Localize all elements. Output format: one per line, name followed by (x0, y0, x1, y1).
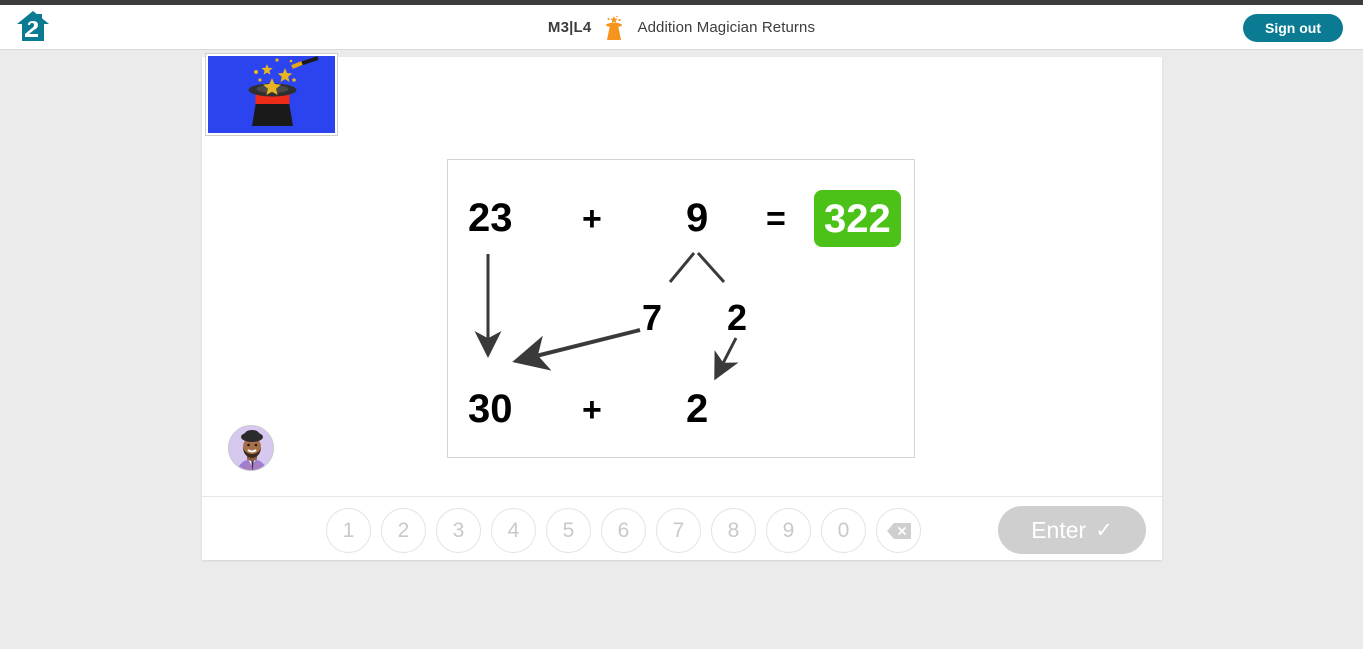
answer-input-box[interactable]: 322 (814, 190, 901, 247)
key-0[interactable]: 0 (821, 508, 866, 553)
check-icon: ✓ (1095, 518, 1113, 542)
lesson-title: Addition Magician Returns (637, 19, 816, 36)
app-header: M3|L4 Addition Magician Returns Sign out (0, 5, 1363, 50)
backspace-icon[interactable] (876, 508, 921, 553)
key-2[interactable]: 2 (381, 508, 426, 553)
house-two-logo-icon[interactable] (16, 9, 50, 45)
keypad-bar: 1 2 3 4 5 6 7 8 9 0 Enter ✓ (202, 498, 1162, 560)
key-3[interactable]: 3 (436, 508, 481, 553)
equals-operator: = (766, 200, 786, 238)
bottom-plus-operator: + (582, 391, 602, 429)
work-area: 23 + 9 = 322 7 2 30 + 2 (202, 53, 1162, 497)
key-7[interactable]: 7 (656, 508, 701, 553)
augend-value: 23 (468, 196, 513, 240)
key-9[interactable]: 9 (766, 508, 811, 553)
bond-part-right: 2 (727, 297, 748, 338)
number-keys: 1 2 3 4 5 6 7 8 9 0 (326, 508, 921, 553)
bond-part-left: 7 (642, 297, 663, 338)
magician-hat-icon (603, 15, 625, 41)
top-plus-operator: + (582, 200, 602, 238)
result-right-value: 2 (686, 387, 709, 431)
key-1[interactable]: 1 (326, 508, 371, 553)
enter-label: Enter (1031, 516, 1087, 543)
addend-value: 9 (686, 196, 709, 240)
result-left-value: 30 (468, 387, 513, 431)
header-lesson-info: M3|L4 Addition Magician Returns (0, 5, 1363, 50)
problem-card: 23 + 9 = 322 7 2 30 + 2 (447, 159, 915, 458)
student-avatar[interactable] (228, 425, 274, 471)
magic-hat-thumbnail[interactable] (205, 53, 338, 136)
key-6[interactable]: 6 (601, 508, 646, 553)
key-4[interactable]: 4 (491, 508, 536, 553)
enter-button[interactable]: Enter ✓ (998, 506, 1146, 554)
key-8[interactable]: 8 (711, 508, 756, 553)
key-5[interactable]: 5 (546, 508, 591, 553)
sign-out-button[interactable]: Sign out (1243, 14, 1343, 42)
lesson-code: M3|L4 (547, 19, 592, 36)
lesson-panel: 23 + 9 = 322 7 2 30 + 2 1 2 3 4 5 6 7 8 … (202, 53, 1162, 560)
